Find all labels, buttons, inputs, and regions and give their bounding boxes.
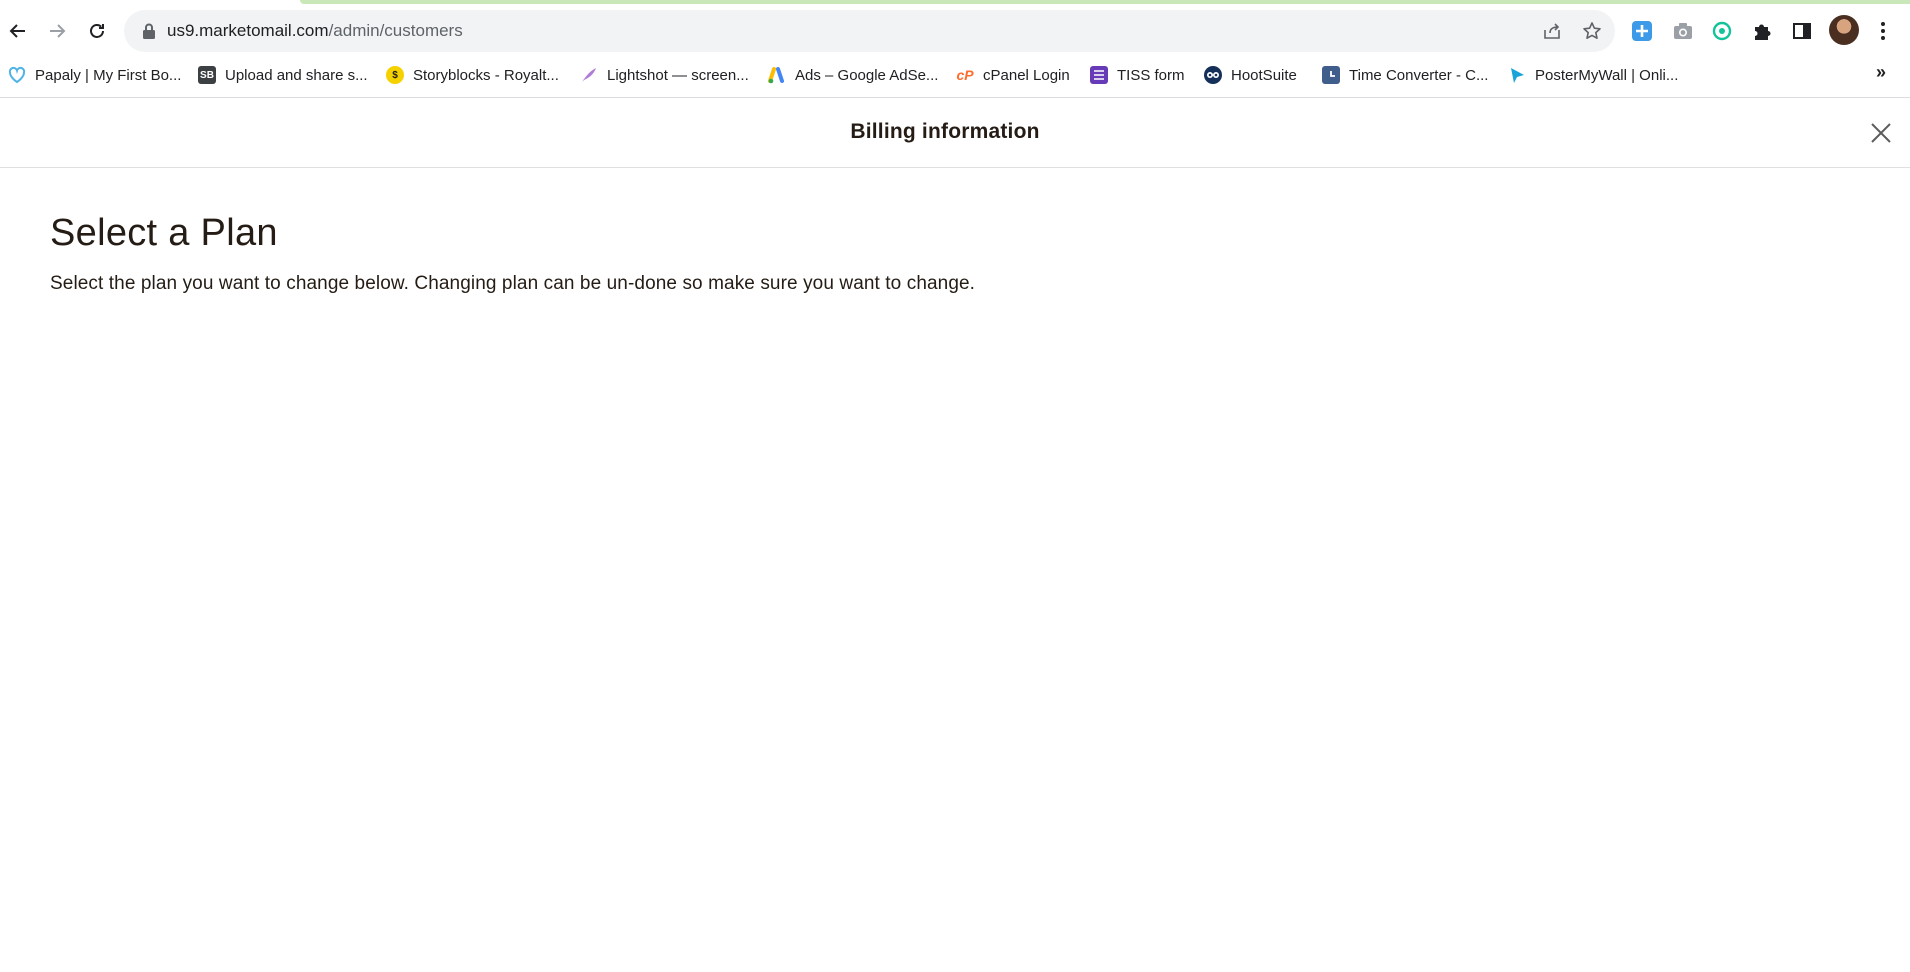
address-bar[interactable]: us9.marketomail.com/admin/customers — [124, 10, 1615, 52]
bookmark-label: Time Converter - C... — [1349, 66, 1489, 84]
share-icon[interactable] — [1541, 20, 1563, 42]
modal-title: Billing information — [850, 120, 1040, 143]
camera-extension-icon[interactable] — [1670, 18, 1696, 44]
bookmark-label: HootSuite — [1231, 66, 1297, 84]
bookmark-star-icon[interactable] — [1581, 20, 1603, 42]
storyblocks-icon: $ — [386, 66, 404, 84]
bookmark-item[interactable]: Papaly | My First Bo... — [8, 63, 181, 87]
arrow-right-icon — [50, 24, 66, 38]
bookmark-label: Storyblocks - Royalt... — [413, 66, 559, 84]
forward-button[interactable] — [40, 14, 74, 48]
main-content: Select a Plan Select the plan you want t… — [50, 168, 1850, 295]
bookmark-label: Ads – Google AdSe... — [795, 66, 939, 84]
reload-icon — [90, 24, 104, 38]
extensions-puzzle-icon[interactable] — [1749, 18, 1775, 44]
back-button[interactable] — [1, 14, 35, 48]
kebab-menu-icon[interactable] — [1870, 18, 1896, 44]
url-host: us9.marketomail.com — [167, 21, 329, 40]
reload-button[interactable] — [80, 14, 114, 48]
postermywall-icon — [1508, 66, 1526, 84]
modal-header: Billing information — [0, 98, 1910, 168]
bookmark-item[interactable]: Time Converter - C... — [1322, 63, 1488, 87]
feather-icon — [580, 66, 598, 84]
close-icon — [1871, 123, 1891, 143]
cpanel-icon: cP — [956, 67, 974, 83]
google-ads-icon — [768, 66, 786, 84]
bookmark-label: cPanel Login — [983, 66, 1070, 84]
plus-extension-icon[interactable] — [1629, 18, 1655, 44]
url-text[interactable]: us9.marketomail.com/admin/customers — [167, 21, 463, 41]
lock-icon[interactable] — [141, 22, 157, 40]
bookmark-item[interactable]: HootSuite — [1204, 63, 1297, 87]
page-heading: Select a Plan — [50, 212, 278, 254]
grammarly-extension-icon[interactable] — [1709, 18, 1735, 44]
bookmarks-bar: Papaly | My First Bo... SB Upload and sha… — [0, 60, 1910, 90]
bookmark-label: TISS form — [1117, 66, 1185, 84]
loading-progress-bar — [300, 0, 1910, 4]
sb-icon: SB — [198, 66, 216, 84]
bookmark-label: Upload and share s... — [225, 66, 368, 84]
profile-avatar[interactable] — [1829, 15, 1859, 45]
clock-icon — [1322, 66, 1340, 84]
browser-chrome: us9.marketomail.com/admin/customers Papa… — [0, 0, 1910, 98]
side-panel-icon[interactable] — [1789, 18, 1815, 44]
bookmark-item[interactable]: PosterMyWall | Onli... — [1508, 63, 1678, 87]
form-icon — [1090, 66, 1108, 84]
bookmark-item[interactable]: SB Upload and share s... — [198, 63, 368, 87]
browser-toolbar: us9.marketomail.com/admin/customers — [0, 10, 1910, 52]
bookmark-label: PosterMyWall | Onli... — [1535, 66, 1679, 84]
url-path: /admin/customers — [328, 21, 463, 40]
arrow-left-icon — [9, 24, 25, 38]
bookmark-item[interactable]: cP cPanel Login — [956, 63, 1070, 87]
more-bookmarks-chevron-icon[interactable]: » — [1876, 62, 1886, 83]
heart-icon — [8, 66, 26, 84]
bookmark-label: Lightshot — screen... — [607, 66, 749, 84]
bookmark-item[interactable]: Ads – Google AdSe... — [768, 63, 938, 87]
page-description: Select the plan you want to change below… — [50, 273, 976, 294]
bookmark-item[interactable]: TISS form — [1090, 63, 1185, 87]
owl-icon — [1204, 66, 1222, 84]
bookmark-label: Papaly | My First Bo... — [35, 66, 182, 84]
bookmark-item[interactable]: $ Storyblocks - Royalt... — [386, 63, 559, 87]
bookmark-item[interactable]: Lightshot — screen... — [580, 63, 749, 87]
close-button[interactable] — [1866, 118, 1896, 148]
